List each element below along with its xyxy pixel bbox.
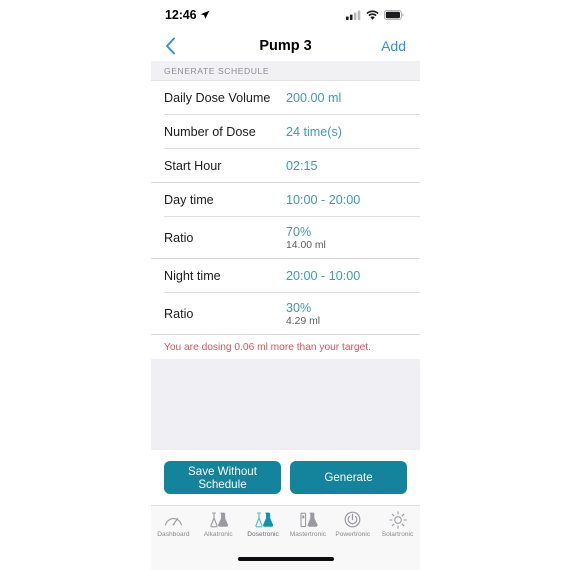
row-value: 200.00 ml bbox=[286, 90, 342, 105]
section-header: GENERATE SCHEDULE bbox=[151, 61, 420, 81]
section-header-label: GENERATE SCHEDULE bbox=[164, 65, 270, 76]
tab-label: Powertronic bbox=[335, 531, 371, 538]
power-icon bbox=[344, 510, 361, 529]
cellular-signal-icon bbox=[346, 10, 361, 20]
tab-solartronic[interactable]: Solartronic bbox=[375, 510, 420, 538]
dosing-warning-message: You are dosing 0.06 ml more than your ta… bbox=[151, 335, 420, 359]
wifi-icon bbox=[366, 10, 379, 20]
row-value: 10:00 - 20:00 bbox=[286, 192, 361, 207]
tab-label: Dashboard bbox=[157, 531, 190, 538]
phone-screen: 12:46 Pump 3 Add GENERATE SCHEDULE Daily… bbox=[151, 0, 420, 570]
row-day-ratio[interactable]: Ratio 70% 14.00 ml bbox=[151, 217, 420, 258]
row-label: Ratio bbox=[164, 230, 194, 245]
gauge-icon bbox=[164, 510, 183, 529]
row-value-sub: 14.00 ml bbox=[286, 239, 326, 251]
action-button-bar: Save Without Schedule Generate bbox=[151, 450, 420, 505]
status-bar-right bbox=[346, 10, 404, 20]
tab-label: Mastertronic bbox=[289, 531, 327, 538]
tab-mastertronic[interactable]: Mastertronic bbox=[285, 510, 330, 538]
flask-filled-icon bbox=[253, 510, 274, 529]
tab-label: Dosetronic bbox=[247, 531, 279, 538]
row-label: Start Hour bbox=[164, 158, 222, 173]
sun-icon bbox=[388, 510, 407, 529]
generate-button[interactable]: Generate bbox=[290, 461, 407, 494]
empty-content-panel bbox=[151, 359, 420, 450]
row-start-hour[interactable]: Start Hour 02:15 bbox=[151, 149, 420, 182]
tab-alkatronic[interactable]: Alkatronic bbox=[196, 510, 241, 538]
tab-dashboard[interactable]: Dashboard bbox=[151, 510, 196, 538]
save-without-schedule-button[interactable]: Save Without Schedule bbox=[164, 461, 281, 494]
add-button[interactable]: Add bbox=[381, 38, 406, 54]
row-night-time[interactable]: Night time 20:00 - 10:00 bbox=[151, 259, 420, 292]
status-bar-left: 12:46 bbox=[165, 8, 210, 22]
tab-label: Alkatronic bbox=[203, 531, 233, 538]
row-daily-dose-volume[interactable]: Daily Dose Volume 200.00 ml bbox=[151, 81, 420, 114]
chevron-left-icon bbox=[166, 37, 175, 54]
row-label: Ratio bbox=[164, 306, 194, 321]
row-value: 70% bbox=[286, 224, 312, 239]
flask-icon bbox=[208, 510, 229, 529]
row-label: Night time bbox=[164, 268, 221, 283]
battery-full-icon bbox=[384, 10, 404, 20]
row-number-of-dose[interactable]: Number of Dose 24 time(s) bbox=[151, 115, 420, 148]
navigation-bar: Pump 3 Add bbox=[151, 30, 420, 61]
row-night-ratio[interactable]: Ratio 30% 4.29 ml bbox=[151, 293, 420, 334]
tab-label: Solartronic bbox=[381, 531, 414, 538]
location-arrow-icon bbox=[201, 10, 210, 19]
back-button[interactable] bbox=[165, 37, 187, 55]
row-value-stack: 30% 4.29 ml bbox=[286, 301, 320, 327]
row-label: Number of Dose bbox=[164, 124, 256, 139]
row-day-time[interactable]: Day time 10:00 - 20:00 bbox=[151, 183, 420, 216]
row-value: 30% bbox=[286, 300, 312, 315]
page-title: Pump 3 bbox=[259, 37, 312, 54]
status-bar: 12:46 bbox=[151, 0, 420, 30]
screenshot-canvas: 12:46 Pump 3 Add GENERATE SCHEDULE Daily… bbox=[0, 0, 570, 570]
row-value-stack: 70% 14.00 ml bbox=[286, 225, 326, 251]
row-value: 02:15 bbox=[286, 158, 318, 173]
row-label: Day time bbox=[164, 192, 214, 207]
row-label: Daily Dose Volume bbox=[164, 90, 271, 105]
home-indicator[interactable] bbox=[237, 557, 334, 561]
schedule-list: Daily Dose Volume 200.00 ml Number of Do… bbox=[151, 81, 420, 359]
row-value-sub: 4.29 ml bbox=[286, 315, 321, 327]
tab-powertronic[interactable]: Powertronic bbox=[330, 510, 375, 538]
status-time: 12:46 bbox=[165, 8, 197, 22]
tab-bar: Dashboard Alkatronic Dosetronic Mastertr… bbox=[151, 505, 420, 548]
row-value: 24 time(s) bbox=[286, 124, 342, 139]
flask-bottle-icon bbox=[298, 510, 318, 529]
row-value: 20:00 - 10:00 bbox=[286, 268, 361, 283]
tab-dosetronic[interactable]: Dosetronic bbox=[241, 510, 286, 538]
home-indicator-area bbox=[151, 548, 420, 570]
